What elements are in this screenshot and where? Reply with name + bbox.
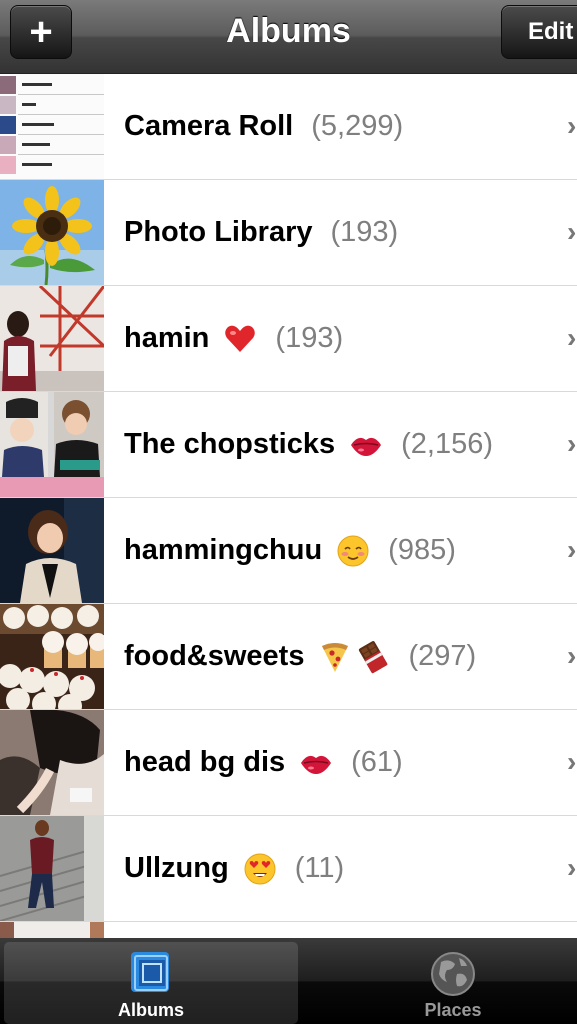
album-row-the-chopsticks[interactable]: The chopsticks (2,156) › <box>0 392 577 498</box>
chevron-right-icon: › <box>567 746 577 777</box>
navigation-bar: + Albums Edit <box>0 0 577 74</box>
album-row-head-bg-dis[interactable]: head bg dis (61) › <box>0 710 577 816</box>
album-thumbnail <box>0 286 104 391</box>
album-row-camera-roll[interactable]: Camera Roll (5,299) › <box>0 74 577 180</box>
page-title: Albums <box>226 12 351 50</box>
chevron-right-icon: › <box>567 110 577 141</box>
chevron-right-icon: › <box>567 640 577 671</box>
photo-count: (297) <box>408 640 477 672</box>
kiss-lips-icon <box>351 437 382 456</box>
partial-album-row <box>0 922 577 938</box>
chevron-right-icon: › <box>567 534 577 565</box>
tab-label: Places <box>424 1000 482 1020</box>
album-thumbnail <box>0 392 104 497</box>
album-thumbnail <box>0 710 104 815</box>
album-thumbnail <box>0 180 104 285</box>
blush-face-icon <box>337 535 369 566</box>
album-row-photo-library[interactable]: Photo Library (193) › <box>0 180 577 286</box>
photo-count: (985) <box>388 534 456 566</box>
album-thumbnail <box>0 498 104 603</box>
album-title: Camera Roll <box>124 110 294 142</box>
album-row-food-and-sweets[interactable]: food&sweets (297) › <box>0 604 577 710</box>
tab-bar: Albums Places <box>0 938 577 1024</box>
photo-count: (5,299) <box>311 110 404 142</box>
heart-eyes-face-icon <box>244 853 276 884</box>
photo-count: (11) <box>294 852 345 884</box>
chocolate-bar-icon <box>359 640 388 673</box>
globe-icon <box>431 952 475 996</box>
photo-count: (193) <box>330 216 399 248</box>
chevron-right-icon: › <box>567 322 577 353</box>
album-row-ullzung[interactable]: Ullzung (11) › <box>0 816 577 922</box>
album-title: Ullzung <box>124 852 229 884</box>
album-row-hammingchuu[interactable]: hammingchuu (985) › <box>0 498 577 604</box>
chevron-right-icon: › <box>567 428 577 459</box>
album-row-hamin[interactable]: hamin (193) › <box>0 286 577 392</box>
album-thumbnail <box>0 74 104 179</box>
album-thumbnail <box>0 816 104 921</box>
album-title: Photo Library <box>124 216 313 248</box>
album-thumbnail <box>0 604 104 709</box>
chevron-right-icon: › <box>567 216 577 247</box>
photo-count: (2,156) <box>401 428 494 460</box>
kiss-lips-icon <box>301 755 332 774</box>
tab-places[interactable]: Places <box>308 942 577 1024</box>
heart-icon <box>225 325 256 352</box>
edit-button[interactable]: Edit <box>501 5 577 59</box>
tab-albums[interactable]: Albums <box>4 942 298 1024</box>
pizza-icon <box>322 642 349 672</box>
albums-icon <box>131 952 169 992</box>
album-title: food&sweets <box>124 640 305 672</box>
chevron-right-icon: › <box>567 852 577 883</box>
album-title: The chopsticks <box>124 428 336 460</box>
album-list: Camera Roll (5,299) › Photo Library (193… <box>0 74 577 922</box>
album-title: hammingchuu <box>124 534 323 566</box>
album-title: head bg dis <box>124 746 286 778</box>
photo-count: (193) <box>275 322 344 354</box>
tab-label: Albums <box>117 1000 184 1020</box>
photo-count: (61) <box>351 746 403 778</box>
album-title: hamin <box>124 322 210 354</box>
